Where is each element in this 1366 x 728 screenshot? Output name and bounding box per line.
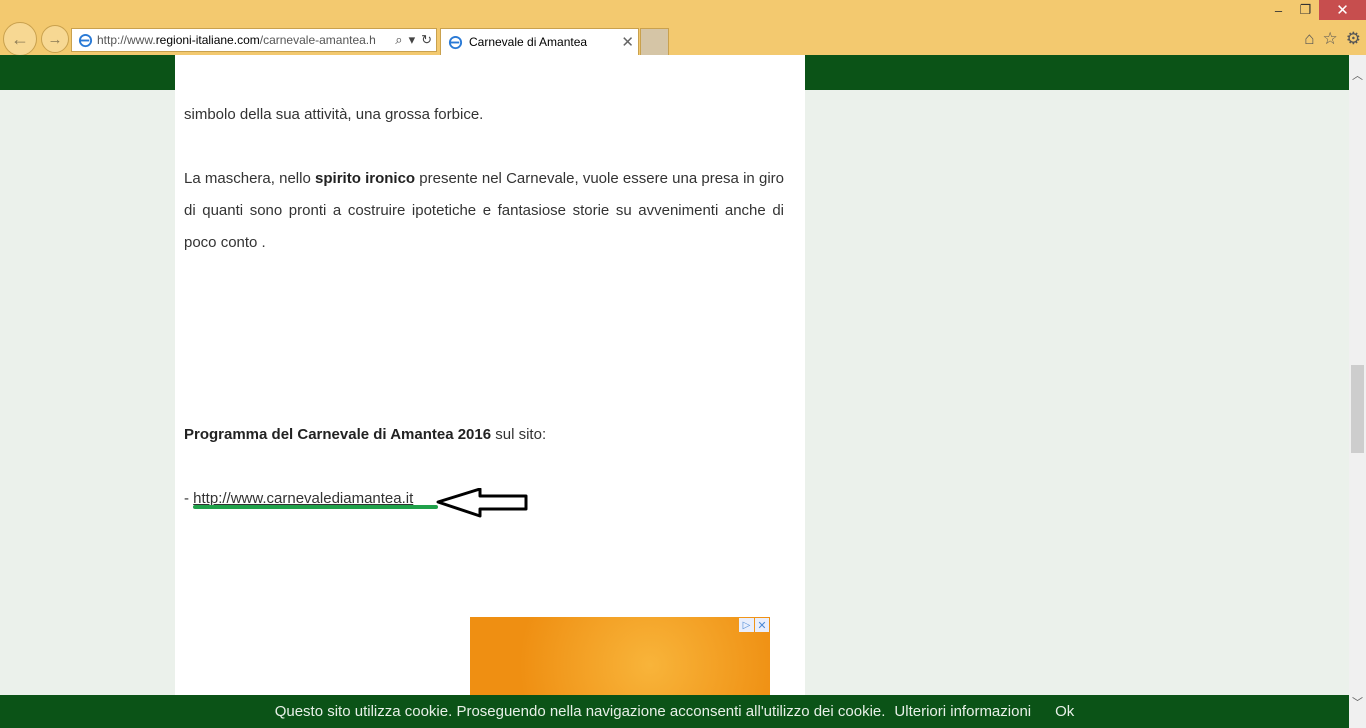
program-heading: Programma del Carnevale di Amantea 2016 … — [184, 426, 547, 443]
tab-title: Carnevale di Amantea — [469, 35, 588, 49]
close-tab-icon[interactable]: ✕ — [621, 33, 634, 51]
paragraph-forbice: simbolo della sua attività, una grossa f… — [184, 106, 484, 123]
close-window-button[interactable]: ✕ — [1319, 0, 1366, 20]
back-button[interactable]: ← — [3, 22, 37, 56]
favorites-star-icon[interactable]: ☆ — [1323, 29, 1338, 49]
tab-carnevale[interactable]: Carnevale di Amantea ✕ — [440, 28, 639, 55]
dropdown-icon[interactable]: ▾ — [409, 32, 416, 48]
scroll-down-icon[interactable]: ﹀ — [1352, 694, 1363, 710]
scrollbar-thumb[interactable] — [1351, 365, 1364, 453]
gear-icon[interactable]: ⚙ — [1346, 29, 1361, 49]
page-scrollbar[interactable]: ︿ ﹀ — [1349, 55, 1366, 728]
ie-icon — [77, 32, 93, 48]
scroll-up-icon[interactable]: ︿ — [1352, 67, 1363, 83]
address-bar[interactable]: http://www.regioni-italiane.com/carneval… — [71, 28, 437, 52]
cookie-message: Questo sito utilizza cookie. Proseguendo… — [274, 703, 886, 720]
annotation-arrow-icon — [436, 488, 528, 518]
article-column — [175, 55, 805, 695]
forward-icon: → — [47, 30, 63, 48]
restore-button[interactable]: ❐ — [1292, 0, 1319, 20]
cookie-consent-bar: Questo sito utilizza cookie. Proseguendo… — [0, 695, 1349, 728]
cookie-ok-button[interactable]: Ok — [1055, 703, 1074, 720]
forward-button[interactable]: → — [41, 25, 69, 53]
back-icon: ← — [11, 28, 29, 49]
ad-close-icon[interactable]: ✕ — [755, 618, 769, 632]
adchoices-icon[interactable]: ▷ — [739, 618, 754, 632]
cookie-more-info-link[interactable]: Ulteriori informazioni — [894, 703, 1031, 720]
browser-toolbar: ← → http://www.regioni-italiane.com/carn… — [0, 0, 1366, 56]
ie-icon — [447, 34, 463, 50]
annotation-underline — [193, 505, 438, 509]
home-icon[interactable]: ⌂ — [1304, 29, 1314, 49]
search-icon[interactable]: ⌕ — [395, 32, 402, 48]
minimize-button[interactable]: – — [1265, 0, 1292, 20]
new-tab-button[interactable] — [640, 28, 669, 55]
address-url[interactable]: http://www.regioni-italiane.com/carneval… — [97, 33, 383, 47]
paragraph-maschera: La maschera, nello spirito ironico prese… — [184, 170, 784, 251]
refresh-icon[interactable]: ↻ — [421, 32, 432, 48]
advertisement-banner[interactable]: ▷ ✕ — [470, 617, 770, 697]
